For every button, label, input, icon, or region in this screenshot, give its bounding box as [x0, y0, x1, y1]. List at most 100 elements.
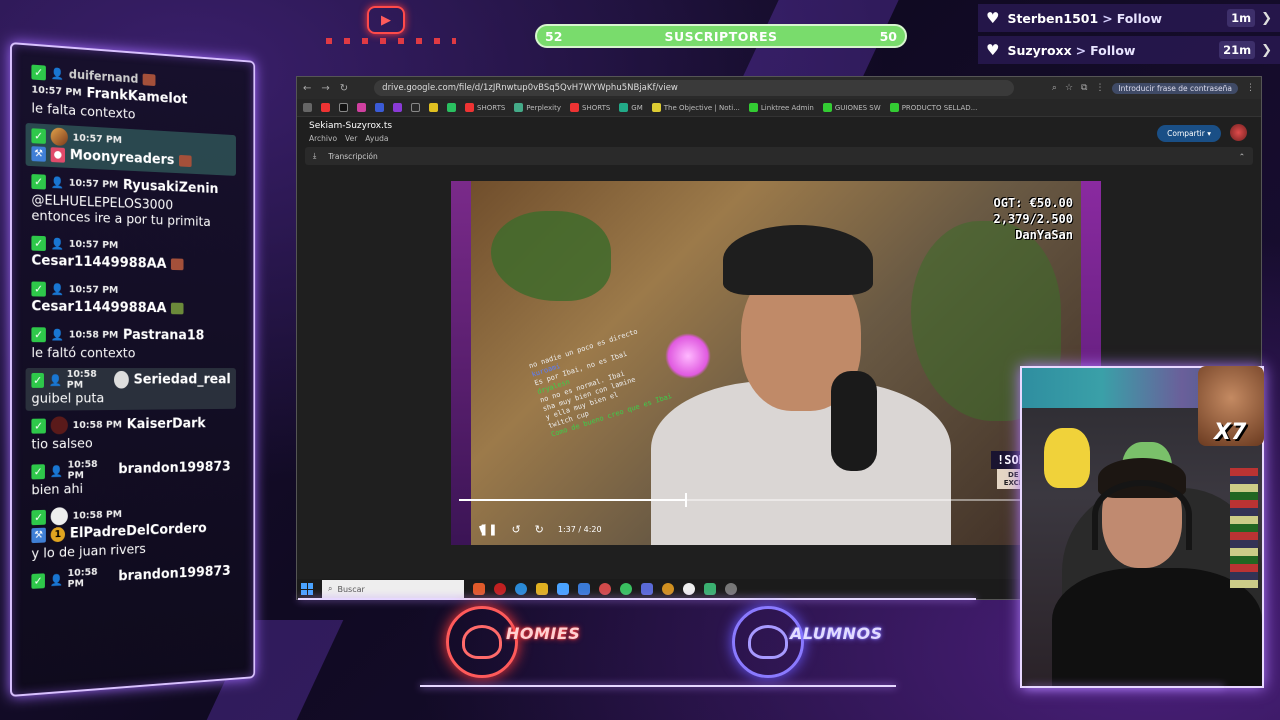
bookmark-item[interactable]: Linktree Admin: [749, 103, 814, 112]
bookmark-item[interactable]: GM: [619, 103, 642, 112]
chat-message: ✓ 👤 duifernand 10:57 PM FrankKamelot le …: [26, 59, 236, 132]
x-bookmark-icon[interactable]: [339, 103, 348, 112]
chat-username[interactable]: Cesar11449988AA: [31, 253, 166, 272]
download-icon[interactable]: ⤓: [313, 151, 316, 161]
bookmark-item[interactable]: GUIONES SW: [823, 103, 881, 112]
menu-icon[interactable]: ⋮: [1095, 83, 1104, 93]
reload-icon[interactable]: ↻: [340, 83, 348, 94]
password-chip[interactable]: Introducir frase de contraseña: [1112, 83, 1238, 94]
moderator-badge-icon: ✓: [31, 573, 44, 589]
chat-username[interactable]: ElPadreDelCordero: [70, 521, 207, 542]
app-icon[interactable]: [704, 583, 716, 595]
chat-panel[interactable]: ✓ 👤 duifernand 10:57 PM FrankKamelot le …: [10, 42, 255, 697]
pokeball-icon[interactable]: [683, 583, 695, 595]
chevron-right-icon: ❯: [1261, 11, 1272, 26]
user-icon: 👤: [51, 327, 64, 341]
chat-username[interactable]: brandon199873: [118, 459, 230, 477]
chat-username[interactable]: brandon199873: [118, 563, 230, 584]
bookmark-item[interactable]: Perplexity: [514, 103, 561, 112]
chrome-icon[interactable]: [599, 583, 611, 595]
instagram-bookmark-icon[interactable]: [357, 103, 366, 112]
chat-text: tio salseo: [31, 433, 230, 452]
share-button[interactable]: Compartir ▾: [1157, 125, 1221, 142]
rewind-icon[interactable]: ↺: [511, 523, 520, 536]
windows-start-icon[interactable]: [301, 583, 313, 595]
headphones-icon: [1092, 480, 1192, 550]
chat-timestamp: 10:58 PM: [67, 369, 110, 391]
time-total: 4:20: [584, 525, 602, 534]
chrome-icon[interactable]: [620, 583, 632, 595]
chat-message: ✓ 👤 10:58 PM Seriedad_real guibel puta: [26, 368, 236, 411]
menu-ayuda[interactable]: Ayuda: [365, 134, 388, 143]
chat-timestamp: 10:57 PM: [73, 132, 122, 146]
zoom-icon[interactable]: ⌕: [1052, 83, 1057, 93]
twitch-bookmark-icon[interactable]: [393, 103, 402, 112]
video-progress-bar[interactable]: [459, 499, 1059, 501]
subscriber-goal-bar: 52 SUSCRIPTORES 50: [535, 24, 907, 48]
tiktok-bookmark-icon[interactable]: [411, 103, 420, 112]
chat-timestamp: 10:57 PM: [69, 284, 118, 296]
chat-message-list[interactable]: ✓ 👤 duifernand 10:57 PM FrankKamelot le …: [26, 59, 236, 597]
account-avatar[interactable]: [1230, 124, 1247, 141]
chat-timestamp: 10:58 PM: [73, 509, 122, 522]
bookmark-item[interactable]: PRODUCTO SELLAD...: [890, 103, 978, 112]
bookmark-item[interactable]: The Objective | Noti...: [652, 103, 740, 112]
chevron-right-icon: ❯: [1261, 43, 1272, 58]
forward-icon[interactable]: ↻: [535, 523, 544, 536]
app-icon[interactable]: [725, 583, 737, 595]
bookmark-item[interactable]: SHORTS: [570, 103, 610, 112]
more-icon[interactable]: ⋮: [1246, 83, 1255, 93]
chat-username[interactable]: Pastrana18: [123, 327, 204, 343]
extension-icon[interactable]: ⧉: [1081, 83, 1087, 93]
chat-message: ✓ 👤 10:58 PM brandon199873 bien ahi: [26, 455, 236, 502]
follow-time-ago: 21m: [1219, 41, 1255, 59]
brave-icon[interactable]: [473, 583, 485, 595]
star-icon[interactable]: ☆: [1065, 83, 1073, 93]
video-progress-handle[interactable]: [685, 493, 687, 507]
transcript-tab[interactable]: Transcripción: [328, 152, 377, 161]
taskbar-search[interactable]: ⌕ Buscar: [322, 580, 464, 598]
chat-username[interactable]: KaiserDark: [127, 416, 206, 432]
chat-username[interactable]: Seriedad_real: [134, 372, 231, 388]
opera-icon[interactable]: [494, 583, 506, 595]
heart-icon: ♥: [986, 41, 999, 59]
goal-text: OGT: €50.00: [994, 195, 1073, 211]
discord-bookmark-icon[interactable]: [375, 103, 384, 112]
person-cap: [723, 225, 873, 295]
bookmark-icon[interactable]: [429, 103, 438, 112]
discord-icon[interactable]: [641, 583, 653, 595]
chat-message: ✓ 10:58 PM ⚒ 1 ElPadreDelCordero y lo de…: [26, 499, 236, 567]
taskbar-search-label: Buscar: [337, 585, 364, 594]
folder-icon[interactable]: [536, 583, 548, 595]
user-icon: 👤: [51, 282, 64, 296]
apps-icon[interactable]: [303, 103, 312, 112]
edge-icon[interactable]: [515, 583, 527, 595]
drive-subbar: ⤓ Transcripción ⌃: [305, 147, 1253, 165]
back-icon[interactable]: ←: [303, 83, 311, 94]
video-player[interactable]: OGT: €50.00 2,379/2.500 DanYaSan no nadi…: [451, 181, 1101, 545]
forward-icon[interactable]: →: [321, 83, 329, 94]
app-icon[interactable]: [578, 583, 590, 595]
pickaxe-badge-icon: ⚒: [31, 146, 45, 162]
address-bar[interactable]: drive.google.com/file/d/1zJRnwtup0vBSq5Q…: [374, 80, 1014, 96]
store-icon[interactable]: [557, 583, 569, 595]
video-border-decoration: [451, 181, 471, 545]
chat-message: ✓ 👤 10:57 PM RyusakiZenin @ELHUELEPELOS3…: [26, 169, 236, 235]
emote-icon: [171, 303, 184, 315]
youtube-bookmark-icon[interactable]: [321, 103, 330, 112]
chat-username[interactable]: RyusakiZenin: [123, 177, 219, 197]
app-icon[interactable]: [662, 583, 674, 595]
follow-time-ago: 1m: [1227, 9, 1255, 27]
sheets-bookmark-icon[interactable]: [447, 103, 456, 112]
chat-username[interactable]: Cesar11449988AA: [31, 298, 166, 316]
menu-ver[interactable]: Ver: [345, 134, 357, 143]
bookmark-item[interactable]: SHORTS: [465, 103, 505, 112]
chat-timestamp: 10:58 PM: [69, 329, 118, 340]
neon-divider: [420, 685, 896, 687]
multiplier-label: X7: [1214, 420, 1246, 445]
subscriber-current-count: 52: [545, 29, 562, 44]
chat-username[interactable]: Moonyreaders: [70, 147, 175, 168]
collapse-icon[interactable]: ⌃: [1239, 152, 1245, 161]
chat-message: ✓ 👤 10:57 PM Cesar11449988AA: [26, 231, 236, 279]
menu-archivo[interactable]: Archivo: [309, 134, 337, 143]
